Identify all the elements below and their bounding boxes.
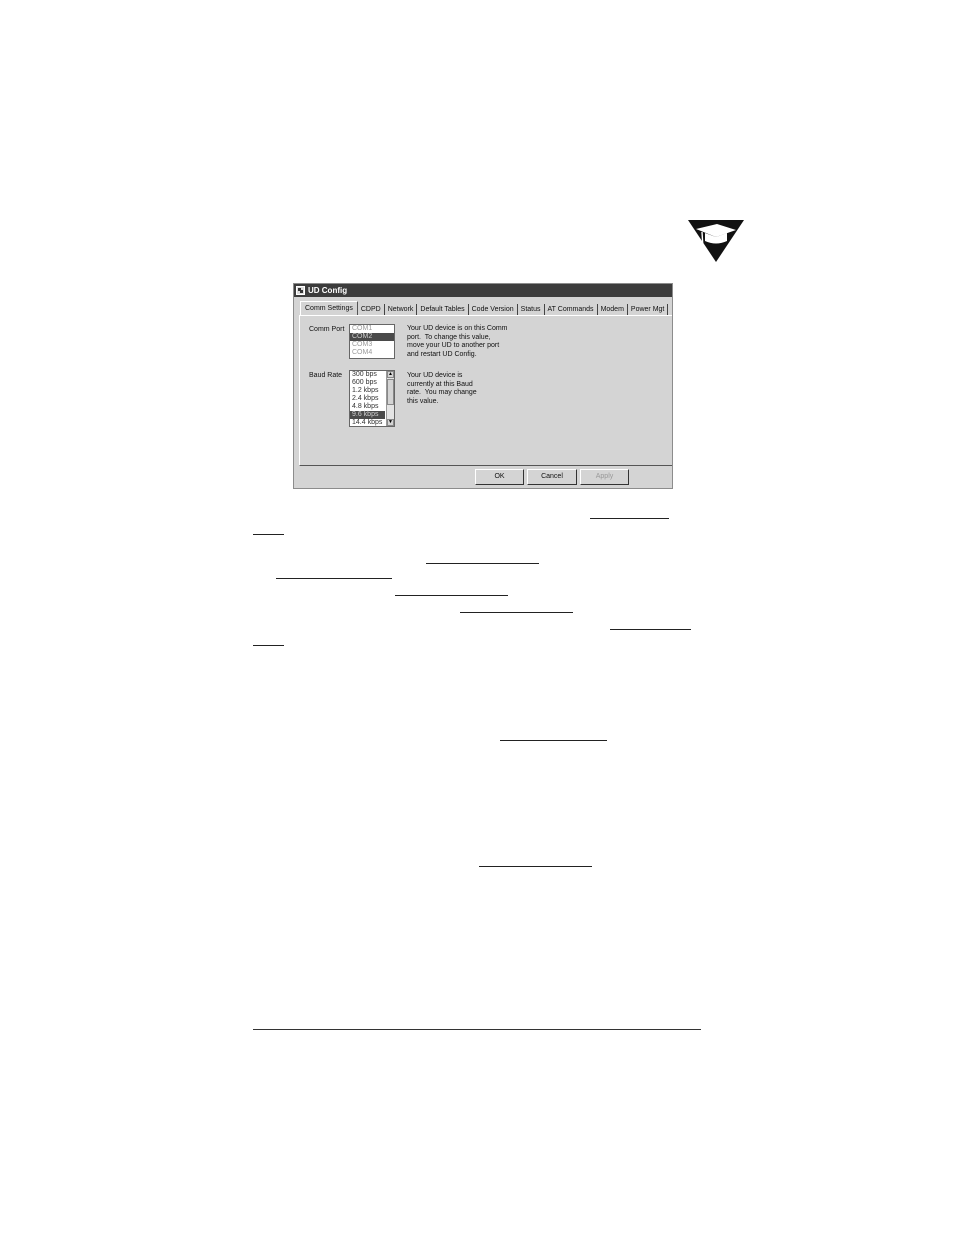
- title-bar[interactable]: UD Config: [294, 284, 672, 297]
- underline-rule: [590, 518, 669, 519]
- underline-rule: [479, 866, 592, 867]
- tab-network[interactable]: Network: [385, 304, 418, 315]
- apply-button[interactable]: Apply: [580, 469, 629, 485]
- scroll-down-icon[interactable]: ▼: [387, 419, 394, 426]
- underline-rule: [253, 534, 284, 535]
- baud-rate-description: Your UD device is currently at this Baud…: [407, 372, 477, 405]
- ud-config-dialog: UD Config Comm Settings CDPD Network Def…: [293, 283, 673, 489]
- graduation-cap-icon: [688, 220, 744, 262]
- tab-strip: Comm Settings CDPD Network Default Table…: [300, 301, 669, 315]
- list-item[interactable]: COM3: [350, 341, 394, 349]
- comm-port-listbox[interactable]: COM1 COM2 COM3 COM4: [349, 324, 395, 359]
- underline-rule: [610, 629, 691, 630]
- baud-rate-scrollbar[interactable]: ▲ ▼: [386, 371, 394, 426]
- list-item[interactable]: COM4: [350, 349, 394, 357]
- baud-rate-listbox[interactable]: 300 bps 600 bps 1.2 kbps 2.4 kbps 4.8 kb…: [349, 370, 395, 427]
- tab-at-commands[interactable]: AT Commands: [545, 304, 598, 315]
- tab-modem[interactable]: Modem: [598, 304, 628, 315]
- dialog-title: UD Config: [308, 286, 348, 295]
- tab-status[interactable]: Status: [518, 304, 545, 315]
- list-item[interactable]: COM1: [350, 325, 394, 333]
- tab-default-tables[interactable]: Default Tables: [417, 304, 469, 315]
- tab-code-version[interactable]: Code Version: [469, 304, 518, 315]
- scroll-thumb[interactable]: [387, 379, 394, 405]
- underline-rule: [276, 578, 392, 579]
- list-item-selected[interactable]: COM2: [350, 333, 394, 341]
- comm-port-label: Comm Port: [309, 326, 345, 333]
- list-item-selected[interactable]: 9.6 kbps: [350, 411, 385, 419]
- tab-cdpd[interactable]: CDPD: [358, 304, 385, 315]
- app-icon: [296, 286, 305, 295]
- scroll-up-icon[interactable]: ▲: [387, 371, 394, 378]
- underline-rule: [253, 645, 284, 646]
- underline-rule: [500, 740, 607, 741]
- comm-settings-panel: Comm Port COM1 COM2 COM3 COM4 Your UD de…: [299, 315, 672, 466]
- footer-rule: [253, 1029, 701, 1030]
- baud-rate-label: Baud Rate: [309, 372, 343, 379]
- comm-port-description: Your UD device is on this Comm port. To …: [407, 325, 508, 358]
- cancel-button[interactable]: Cancel: [527, 469, 577, 485]
- tab-power-mgt[interactable]: Power Mgt: [628, 304, 669, 315]
- underline-rule: [426, 563, 539, 564]
- tab-comm-settings[interactable]: Comm Settings: [300, 301, 358, 315]
- underline-rule: [395, 595, 508, 596]
- ok-button[interactable]: OK: [475, 469, 524, 485]
- underline-rule: [460, 612, 573, 613]
